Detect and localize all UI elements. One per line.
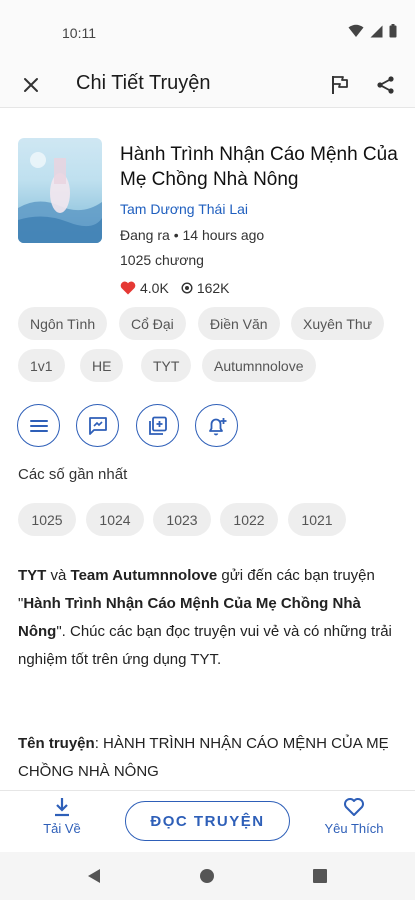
page-title: Chi Tiết Truyện — [76, 72, 211, 94]
download-button[interactable]: Tải Về — [34, 797, 90, 847]
tag-chip[interactable]: Ngôn Tình — [18, 307, 108, 340]
flag-icon — [332, 76, 348, 94]
comments-button[interactable] — [76, 404, 119, 447]
desc-bold-label: Tên truyện — [18, 735, 95, 752]
favorite-button[interactable]: Yêu Thích — [314, 797, 394, 847]
author-link[interactable]: Tam Dương Thái Lai — [120, 201, 248, 217]
tag-chip[interactable]: 1v1 — [18, 349, 65, 382]
home-icon[interactable] — [199, 868, 215, 884]
close-icon — [24, 78, 38, 92]
heart-outline-icon — [344, 798, 364, 816]
heart-icon — [120, 281, 136, 295]
desc-text: ". Chúc các bạn đọc truyện vui vẻ và có … — [18, 623, 392, 668]
book-title: Hành Trình Nhận Cáo Mệnh Của Mẹ Chồng Nh… — [120, 144, 398, 190]
menu-icon — [29, 419, 48, 432]
battery-icon — [389, 24, 397, 38]
share-icon — [377, 76, 394, 94]
description-story-name: Tên truyện: HÀNH TRÌNH NHẬN CÁO MỆNH CỦA… — [18, 730, 398, 786]
recent-chapters-label: Các số gần nhất — [18, 466, 128, 483]
book-status: Đang ra • 14 hours ago — [120, 227, 265, 243]
download-label: Tải Về — [43, 821, 81, 836]
recent-chapter-chip[interactable]: 1025 — [18, 503, 76, 536]
book-stats: 4.0K 162K — [120, 280, 230, 296]
tag-chip[interactable]: Điền Văn — [198, 307, 280, 340]
bottom-action-bar: Tải Về ĐỌC TRUYỆN Yêu Thích — [0, 790, 415, 852]
eye-icon — [181, 282, 193, 294]
tag-chip[interactable]: Xuyên Thư — [291, 307, 385, 340]
likes-count: 4.0K — [140, 280, 169, 296]
recent-chapter-chip[interactable]: 1021 — [288, 503, 346, 536]
comment-icon — [88, 416, 107, 435]
book-cover-art — [18, 152, 102, 243]
system-nav-bar — [0, 852, 415, 900]
back-icon[interactable] — [86, 868, 102, 884]
description-intro: TYT và Team Autumnnolove gửi đến các bạn… — [18, 562, 398, 674]
bell-add-icon — [208, 417, 226, 435]
recents-icon[interactable] — [312, 868, 328, 884]
share-button[interactable] — [371, 70, 401, 100]
notification-button[interactable] — [195, 404, 238, 447]
wifi-icon — [348, 24, 364, 37]
library-add-icon — [148, 416, 167, 435]
status-icons — [348, 24, 397, 38]
signal-icon — [370, 25, 383, 37]
tag-chip[interactable]: Autumnnolove — [202, 349, 316, 382]
add-to-library-button[interactable] — [136, 404, 179, 447]
close-button[interactable] — [16, 70, 46, 100]
tag-chip[interactable]: HE — [80, 349, 124, 382]
status-time: 10:11 — [62, 25, 96, 41]
recent-chapter-chip[interactable]: 1022 — [220, 503, 278, 536]
desc-bold-tyt: TYT — [18, 567, 47, 584]
status-bar: 10:11 — [0, 0, 415, 62]
desc-bold-team: Team Autumnnolove — [70, 567, 218, 584]
views-stat: 162K — [181, 280, 230, 296]
download-icon — [55, 798, 69, 817]
read-button[interactable]: ĐỌC TRUYỆN — [125, 801, 290, 841]
desc-text: và — [46, 567, 71, 584]
report-button[interactable] — [325, 70, 355, 100]
chapter-list-button[interactable] — [17, 404, 60, 447]
favorite-label: Yêu Thích — [324, 821, 384, 836]
likes-stat: 4.0K — [120, 280, 169, 296]
views-count: 162K — [196, 280, 230, 296]
book-cover-image[interactable] — [18, 138, 102, 243]
tag-chip[interactable]: TYT — [141, 349, 192, 382]
recent-chapter-chip[interactable]: 1024 — [86, 503, 144, 536]
recent-chapter-chip[interactable]: 1023 — [153, 503, 211, 536]
chapter-count: 1025 chương — [120, 252, 204, 268]
app-bar: Chi Tiết Truyện — [0, 62, 415, 108]
tag-chip[interactable]: Cổ Đại — [119, 307, 186, 340]
